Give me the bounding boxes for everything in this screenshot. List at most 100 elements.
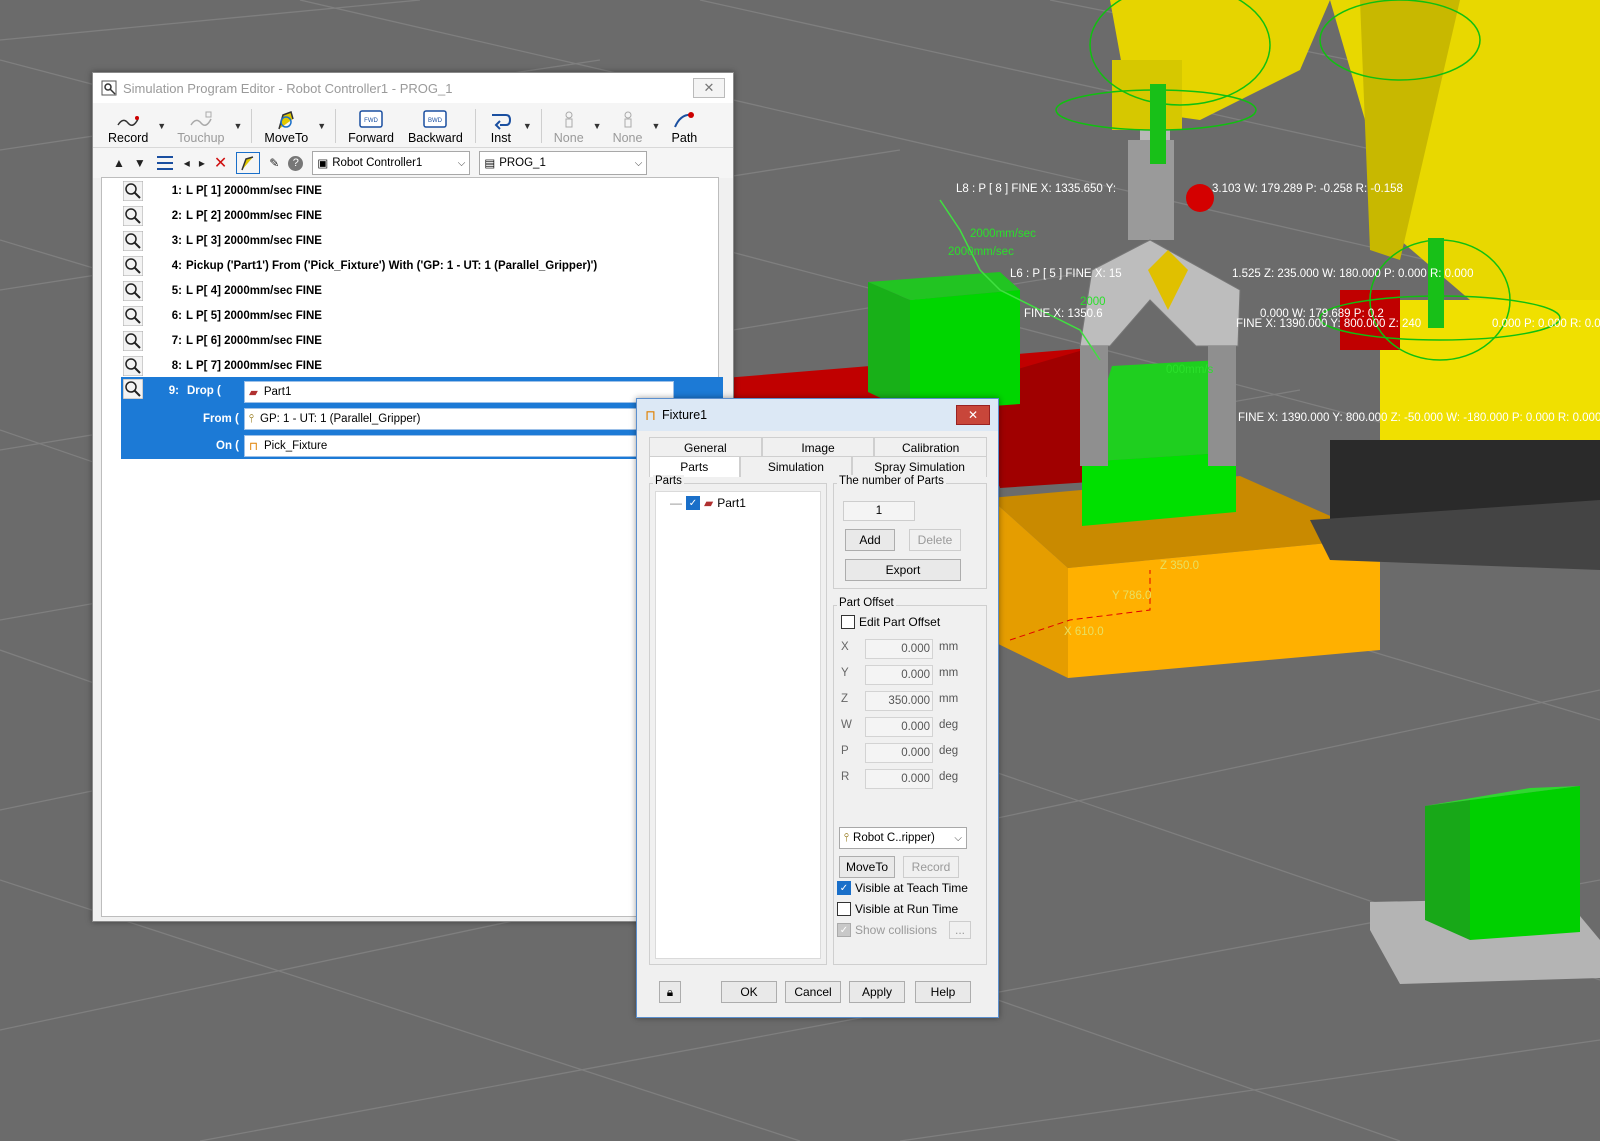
program-select[interactable]: ▤ PROG_1 ⌵	[479, 151, 648, 175]
tool-select[interactable]: ⫯ Robot C..ripper) ⌵	[839, 827, 967, 849]
program-listing[interactable]: 1: L P[ 1] 2000mm/sec FINE 2: L P[ 2] 20…	[101, 177, 723, 917]
visible-at-run-time-checkbox[interactable]: Visible at Run Time	[837, 902, 958, 916]
offset-unit: mm	[939, 693, 959, 705]
visible-at-teach-time-checkbox[interactable]: ✓ Visible at Teach Time	[837, 881, 968, 895]
offset-field-z[interactable]: 350.000	[865, 691, 933, 711]
inst-icon	[491, 114, 511, 130]
offset-field-w[interactable]: 0.000	[865, 717, 933, 737]
delete-button[interactable]: Delete	[909, 529, 961, 551]
axis-label-y: Y 786.0	[1112, 590, 1152, 602]
number-of-parts-field[interactable]: 1	[843, 501, 915, 521]
record-button[interactable]: Record	[103, 109, 153, 145]
apply-button[interactable]: Apply	[849, 981, 905, 1003]
moveto-button[interactable]: MoveTo	[259, 109, 313, 145]
gripper-icon	[624, 111, 632, 128]
export-button[interactable]: Export	[845, 559, 961, 581]
moveto-button[interactable]: MoveTo	[839, 856, 895, 878]
none-button-2[interactable]: None	[608, 109, 648, 145]
cancel-button[interactable]: Cancel	[785, 981, 841, 1003]
robot-arm-icon	[241, 156, 254, 171]
drop-label: Drop (	[187, 385, 221, 397]
tab-spray-simulation[interactable]: Spray Simulation	[852, 456, 987, 477]
drop-from-field[interactable]: ⫯ GP: 1 - UT: 1 (Parallel_Gripper)	[244, 408, 674, 430]
tree-item-part1[interactable]: — ✓ ▰ Part1	[670, 496, 746, 510]
edit-icon[interactable]: ✎	[269, 156, 279, 170]
list-icon[interactable]	[155, 154, 175, 172]
magnifier-icon[interactable]	[123, 180, 143, 201]
robot-move-icon[interactable]	[236, 152, 261, 174]
none2-dropdown-arrow[interactable]: ▼	[651, 121, 660, 131]
magnifier-icon[interactable]	[123, 230, 143, 251]
magnifier-icon[interactable]	[123, 379, 143, 399]
drop-part-field[interactable]: ▰ Part1	[244, 381, 674, 403]
magnifier-icon[interactable]	[123, 330, 143, 351]
delete-icon[interactable]: ✕	[214, 153, 227, 173]
moveto-dropdown-arrow[interactable]: ▼	[317, 121, 326, 131]
tab-image[interactable]: Image	[761, 437, 875, 458]
lock-icon: 🔒︎	[666, 984, 674, 999]
record-button[interactable]: Record	[903, 856, 959, 878]
fixture-titlebar[interactable]: ⊓ Fixture1 ✕	[637, 399, 998, 431]
collapse-left-icon[interactable]: ◂	[184, 156, 190, 170]
help-icon[interactable]: ?	[288, 155, 304, 171]
axis-label-z: Z 350.0	[1160, 560, 1199, 572]
touchup-dropdown-arrow[interactable]: ▼	[233, 121, 242, 131]
offset-field-r[interactable]: 0.000	[865, 769, 933, 789]
inst-dropdown-arrow[interactable]: ▼	[523, 121, 532, 131]
editor-titlebar[interactable]: Simulation Program Editor - Robot Contro…	[93, 73, 733, 103]
program-line-drop-selected[interactable]: 9: Drop ( From ( On ( ▰ Part1 ⫯ GP: 1 - …	[121, 377, 723, 459]
part1-checkbox[interactable]: ✓	[686, 496, 700, 510]
tab-calibration[interactable]: Calibration	[874, 437, 988, 458]
backward-icon: BWD	[423, 110, 448, 128]
position-label-fine: FINE X: 1350.6	[1024, 308, 1103, 320]
expand-right-icon[interactable]: ▸	[199, 156, 205, 170]
offset-field-y[interactable]: 0.000	[865, 665, 933, 685]
offset-label-z: Z	[841, 693, 849, 705]
lock-button[interactable]: 🔒︎	[659, 981, 681, 1003]
path-button[interactable]: Path	[666, 109, 702, 145]
controller-select[interactable]: ▣ Robot Controller1 ⌵	[312, 151, 471, 175]
toolbar-separator	[251, 109, 253, 143]
number-of-parts-label: The number of Parts	[837, 475, 946, 487]
none-button-1[interactable]: None	[549, 109, 589, 145]
magnifier-icon[interactable]	[123, 280, 143, 301]
fixture-close-button[interactable]: ✕	[956, 405, 990, 425]
magnifier-icon[interactable]	[123, 355, 143, 376]
ok-button[interactable]: OK	[721, 981, 777, 1003]
none1-dropdown-arrow[interactable]: ▼	[593, 121, 602, 131]
touchup-button[interactable]: Touchup	[172, 109, 229, 145]
edit-part-offset-checkbox[interactable]: Edit Part Offset	[841, 615, 940, 629]
offset-field-x[interactable]: 0.000	[865, 639, 933, 659]
touchup-icon	[190, 111, 212, 126]
magnifier-icon[interactable]	[123, 205, 143, 226]
add-button[interactable]: Add	[845, 529, 895, 551]
record-icon	[117, 116, 140, 126]
magnifier-icon[interactable]	[123, 255, 143, 276]
tab-general[interactable]: General	[649, 437, 762, 458]
parts-tree[interactable]: — ✓ ▰ Part1	[655, 491, 821, 959]
position-label-l6: L6 : P [ 5 ] FINE X: 15	[1010, 268, 1122, 280]
editor-toolbar: Record ▼ Touchup ▼ MoveTo ▼ FWD Forward …	[93, 103, 733, 148]
move-up-icon[interactable]: ▲	[113, 156, 125, 170]
move-down-icon[interactable]: ▼	[134, 156, 146, 170]
drop-on-field[interactable]: ⊓ Pick_Fixture	[244, 435, 674, 457]
inst-button[interactable]: Inst	[483, 109, 519, 145]
tab-simulation[interactable]: Simulation	[739, 456, 853, 477]
offset-field-p[interactable]: 0.000	[865, 743, 933, 763]
toolbar-separator	[474, 109, 476, 143]
show-collisions-checkbox[interactable]: ✓ Show collisions	[837, 923, 937, 937]
part-icon: ▰	[704, 496, 714, 510]
editor-close-button[interactable]: ✕	[693, 78, 725, 98]
collisions-settings-button[interactable]: ...	[949, 921, 971, 939]
backward-button[interactable]: BWD Backward	[403, 109, 468, 145]
part-icon: ▰	[249, 387, 258, 399]
help-button[interactable]: Help	[915, 981, 971, 1003]
on-label: On (	[216, 440, 239, 452]
record-dropdown-arrow[interactable]: ▼	[157, 121, 166, 131]
fixture-icon: ⊓	[645, 406, 656, 423]
magnifier-icon[interactable]	[123, 305, 143, 326]
forward-button[interactable]: FWD Forward	[343, 109, 399, 145]
gripper-icon	[565, 111, 573, 128]
tab-parts[interactable]: Parts	[649, 456, 740, 477]
offset-label-y: Y	[841, 667, 849, 679]
